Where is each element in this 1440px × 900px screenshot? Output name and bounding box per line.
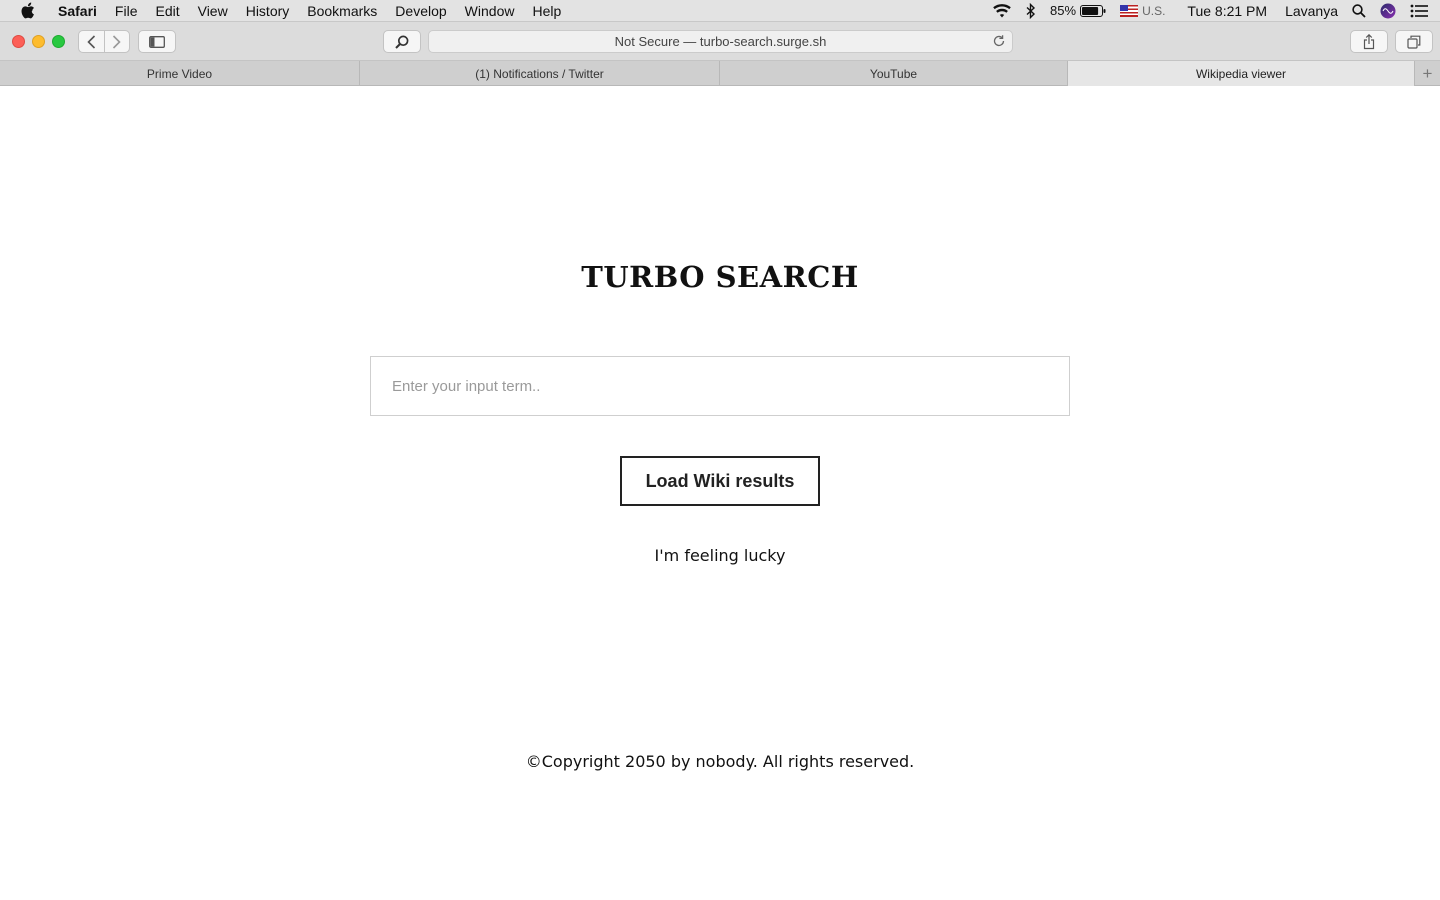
menu-bar-left: Safari File Edit View History Bookmarks … xyxy=(0,0,579,22)
menu-window[interactable]: Window xyxy=(465,0,515,22)
chevron-right-icon xyxy=(113,34,121,49)
history-nav xyxy=(78,30,130,53)
sidebar-toggle-button[interactable] xyxy=(138,30,176,53)
browser-toolbar: Not Secure — turbo-search.surge.sh xyxy=(0,22,1440,61)
tab-wikipedia-viewer[interactable]: Wikipedia viewer xyxy=(1068,61,1415,86)
load-wiki-results-button[interactable]: Load Wiki results xyxy=(620,456,820,506)
tab-label: YouTube xyxy=(869,66,918,81)
feeling-lucky-link[interactable]: I'm feeling lucky xyxy=(0,546,1440,565)
user-name[interactable]: Lavanya xyxy=(1285,3,1338,19)
copyright-footer: ©Copyright 2050 by nobody. All rights re… xyxy=(525,752,915,771)
share-icon xyxy=(1363,33,1375,49)
tab-bar: Prime Video (1) Notifications / Twitter … xyxy=(0,61,1440,86)
web-page: TURBO SEARCH Load Wiki results I'm feeli… xyxy=(0,86,1440,900)
sidebar-icon xyxy=(149,35,165,48)
menu-develop[interactable]: Develop xyxy=(395,0,446,22)
menu-view[interactable]: View xyxy=(198,0,228,22)
tab-twitter-notifications[interactable]: (1) Notifications / Twitter xyxy=(360,61,720,86)
tab-youtube[interactable]: YouTube xyxy=(720,61,1068,86)
spotlight-search-icon[interactable] xyxy=(1352,3,1366,18)
tab-prime-video[interactable]: Prime Video xyxy=(0,61,360,86)
input-source-label: U.S. xyxy=(1142,3,1166,18)
battery-status[interactable]: 85% xyxy=(1050,3,1106,18)
new-tab-button[interactable]: + xyxy=(1415,61,1440,86)
input-source[interactable]: U.S. xyxy=(1120,4,1165,18)
page-title: TURBO SEARCH xyxy=(581,260,859,294)
reload-icon[interactable] xyxy=(992,34,1006,51)
tab-label: Wikipedia viewer xyxy=(1195,66,1287,81)
show-all-tabs-button[interactable] xyxy=(1395,30,1433,53)
address-bar[interactable]: Not Secure — turbo-search.surge.sh xyxy=(428,30,1013,53)
address-text: Not Secure — turbo-search.surge.sh xyxy=(614,34,827,49)
wifi-icon[interactable] xyxy=(992,3,1012,18)
menu-file[interactable]: File xyxy=(115,0,138,22)
plus-icon: + xyxy=(1422,63,1433,83)
menu-bar: Safari File Edit View History Bookmarks … xyxy=(0,0,1440,22)
apple-icon[interactable] xyxy=(20,2,36,20)
search-input[interactable] xyxy=(370,356,1070,416)
menu-bookmarks[interactable]: Bookmarks xyxy=(307,0,377,22)
siri-icon[interactable] xyxy=(1380,3,1396,19)
minimize-window-button[interactable] xyxy=(32,35,45,48)
back-button[interactable] xyxy=(79,31,104,52)
bluetooth-icon[interactable] xyxy=(1026,2,1036,19)
menu-history[interactable]: History xyxy=(246,0,290,22)
us-flag-icon xyxy=(1120,4,1139,17)
battery-fill xyxy=(1082,6,1099,15)
menu-bar-status: 85% U.S. Tue 8:21 PM Lavanya xyxy=(978,0,1440,22)
battery-percent: 85% xyxy=(1050,3,1077,18)
menu-safari[interactable]: Safari xyxy=(58,0,97,22)
chevron-left-icon xyxy=(87,34,95,49)
menu-help[interactable]: Help xyxy=(532,0,561,22)
menu-edit[interactable]: Edit xyxy=(155,0,179,22)
tab-label: Prime Video xyxy=(146,66,213,81)
clock[interactable]: Tue 8:21 PM xyxy=(1187,3,1267,19)
forward-button[interactable] xyxy=(103,31,130,52)
tab-label: (1) Notifications / Twitter xyxy=(475,66,604,81)
search-icon xyxy=(395,35,409,49)
search-button[interactable] xyxy=(383,30,421,53)
zoom-window-button[interactable] xyxy=(52,35,65,48)
tabs-overview-icon xyxy=(1407,35,1421,49)
battery-icon xyxy=(1080,4,1106,17)
close-window-button[interactable] xyxy=(12,35,25,48)
share-button[interactable] xyxy=(1350,30,1388,53)
notification-center-icon[interactable] xyxy=(1410,4,1428,18)
